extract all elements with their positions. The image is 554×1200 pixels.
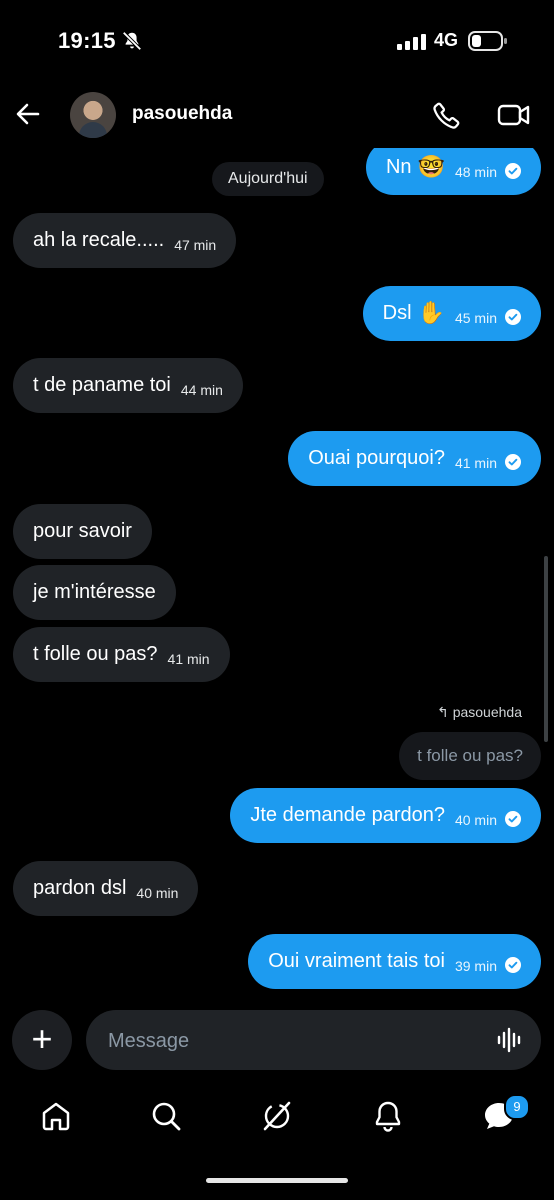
message-text: Ouai pourquoi? [308,447,445,469]
read-check-icon [505,956,521,973]
incoming-message[interactable]: ah la recale..... 47 min [13,213,237,268]
phone-call-icon[interactable] [432,100,462,130]
message-time: 45 min [454,309,497,326]
read-check-icon [505,308,521,325]
video-call-icon[interactable] [496,100,532,130]
home-icon[interactable] [38,1098,74,1134]
read-check-icon [505,453,521,470]
bell-icon[interactable] [370,1098,406,1134]
message-text: pardon dsl [33,877,127,899]
message-text: Dsl [382,302,412,324]
bottom-tab-bar [0,1086,554,1150]
message-input-container[interactable] [86,1010,541,1072]
message-text: t folle ou pas? [33,643,158,665]
outgoing-message[interactable]: Jte demande pardon? 40 min [230,788,541,843]
message-time: 40 min [454,811,497,828]
status-time: 19:15 [58,28,116,53]
message-list[interactable]: Aujourd'hui Nn 🤓 48 min ah la recale....… [0,140,554,1000]
incoming-message[interactable]: pour savoir [13,504,152,559]
quoted-message[interactable]: t folle ou pas? [399,732,541,780]
battery-icon [468,31,507,51]
add-attachment-button[interactable]: + [12,1010,72,1070]
message-input[interactable] [106,1010,480,1072]
message-time: 41 min [167,650,210,667]
message-time: 47 min [174,236,217,253]
contact-name[interactable]: pasouehda [132,103,232,125]
read-check-icon [505,810,521,827]
incoming-message[interactable]: pardon dsl 40 min [13,861,199,916]
reply-reference: ↰ pasouehda [437,704,522,721]
message-text: je m'intéresse [33,581,156,603]
date-divider: Aujourd'hui [212,162,324,196]
plus-icon: + [31,1018,53,1059]
bell-off-icon [122,31,142,51]
message-time: 40 min [136,884,179,901]
message-time: 39 min [454,957,497,974]
message-text: Nn [385,156,412,178]
outgoing-message[interactable]: Oui vraiment tais toi 39 min [248,934,541,989]
outgoing-message[interactable]: Dsl ✋ 45 min [362,286,541,341]
signal-icon [397,34,426,50]
outgoing-message[interactable]: Nn 🤓 48 min [365,140,541,195]
message-text: ah la recale..... [33,229,165,251]
message-text: Jte demande pardon? [250,804,445,826]
search-icon[interactable] [148,1098,184,1134]
grok-icon[interactable] [259,1098,295,1134]
contact-avatar[interactable] [70,92,116,138]
status-bar: 19:15 4G [0,0,554,84]
network-type: 4G [434,30,459,50]
read-check-icon [505,162,521,179]
home-indicator [206,1178,348,1183]
message-composer: + [0,1006,554,1076]
outgoing-message[interactable]: Ouai pourquoi? 41 min [288,431,541,486]
message-text: pour savoir [33,520,132,542]
message-time: 41 min [454,454,497,471]
scrollbar[interactable] [544,556,548,742]
message-time: 48 min [454,163,497,180]
reply-to-name: pasouehda [452,704,522,720]
incoming-message[interactable]: t folle ou pas? 41 min [13,627,230,682]
reply-arrow-icon: ↰ [437,704,449,720]
incoming-message[interactable]: t de paname toi 44 min [13,358,243,413]
message-time: 44 min [180,381,223,398]
nerd-face-emoji: 🤓 [417,155,445,180]
conversation-header: pasouehda [0,84,554,148]
messages-badge: 9 [504,1094,530,1120]
message-text: Oui vraiment tais toi [268,950,445,972]
back-arrow-icon[interactable] [14,100,42,128]
raised-hand-emoji: ✋ [417,301,445,326]
voice-message-icon[interactable] [496,1026,524,1054]
message-text: t de paname toi [33,374,171,396]
incoming-message[interactable]: je m'intéresse [13,565,176,620]
